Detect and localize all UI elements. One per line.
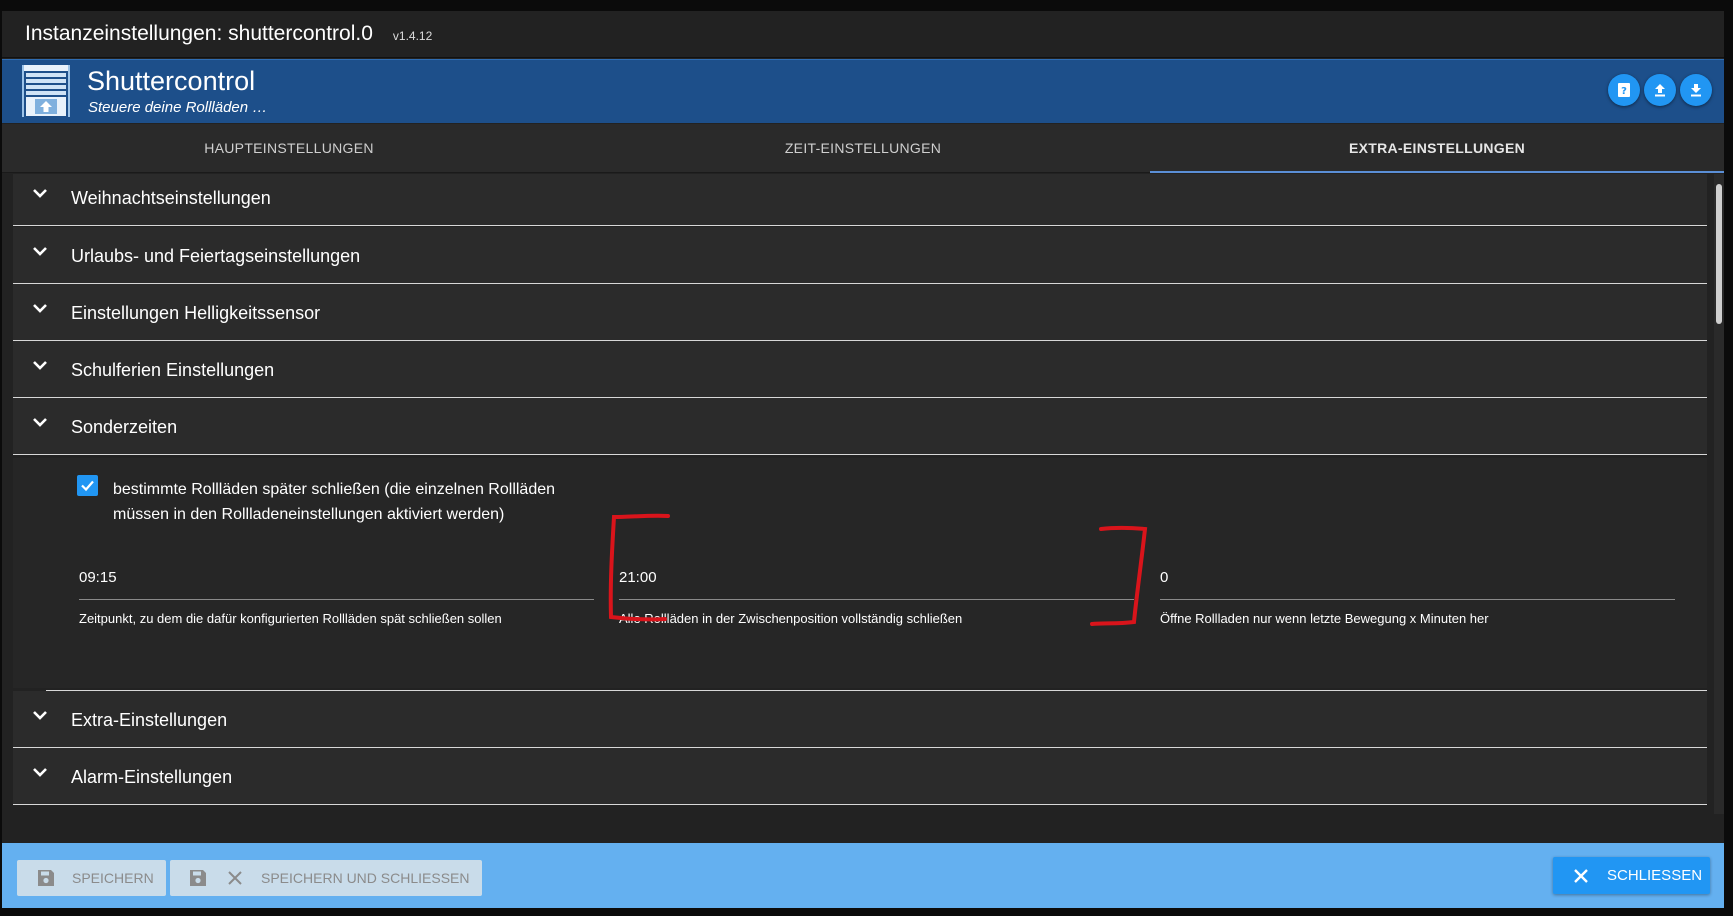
checkbox-label-line: bestimmte Rollläden später schließen (di… — [113, 481, 556, 498]
panel-title: Einstellungen Helligkeitssensor — [71, 303, 321, 323]
save-button[interactable]: SPEICHERN — [17, 860, 166, 896]
dialog-title: Instanzeinstellungen: shuttercontrol.0 — [25, 22, 373, 45]
save-and-close-button-label: SPEICHERN UND SCHLIESSEN — [261, 870, 470, 886]
field-underline — [1160, 599, 1675, 600]
dialog-titlebar: Instanzeinstellungen: shuttercontrol.0 v… — [2, 11, 1724, 58]
svg-text:?: ? — [1621, 86, 1627, 97]
panel-schulferien[interactable]: Schulferien Einstellungen — [13, 341, 1707, 398]
last-movement-minutes-value[interactable]: 0 — [1160, 569, 1675, 599]
save-button-label: SPEICHERN — [72, 870, 154, 886]
chevron-down-icon — [33, 361, 47, 370]
panel-helligkeitssensor[interactable]: Einstellungen Helligkeitssensor — [13, 284, 1707, 341]
adapter-subtitle: Steuere deine Rollläden … — [88, 99, 268, 116]
field-underline — [619, 599, 1134, 600]
late-close-time-field[interactable]: 09:15 Zeitpunkt, zu dem die dafür konfig… — [79, 569, 594, 626]
tab-haupteinstellungen[interactable]: HAUPTEINSTELLUNGEN — [2, 124, 576, 172]
field-hint: Zeitpunkt, zu dem die dafür konfiguriert… — [79, 611, 502, 626]
settings-tabs: HAUPTEINSTELLUNGEN ZEIT-EINSTELLUNGEN EX… — [2, 124, 1724, 173]
later-close-checkbox[interactable] — [77, 475, 98, 496]
help-button[interactable]: ? — [1608, 74, 1640, 106]
close-intermediate-time-value[interactable]: 21:00 — [619, 569, 1134, 599]
panel-title: Urlaubs- und Feiertagseinstellungen — [71, 246, 361, 266]
scrollbar-thumb[interactable] — [1716, 184, 1722, 324]
field-hint: Öffne Rollladen nur wenn letzte Bewegung… — [1160, 611, 1489, 626]
panel-title: Alarm-Einstellungen — [71, 767, 233, 787]
screen: Instanzeinstellungen: shuttercontrol.0 v… — [0, 0, 1733, 916]
late-close-time-value[interactable]: 09:15 — [79, 569, 594, 599]
panel-extra-einstellungen[interactable]: Extra-Einstellungen — [13, 691, 1707, 748]
close-button-label: SCHLIESSEN — [1607, 867, 1703, 884]
panel-weihnachtseinstellungen[interactable]: Weihnachtseinstellungen — [13, 174, 1707, 226]
panel-sonderzeiten[interactable]: Sonderzeiten — [13, 398, 1707, 455]
download-button[interactable] — [1680, 74, 1712, 106]
instance-settings-dialog: Instanzeinstellungen: shuttercontrol.0 v… — [2, 11, 1724, 908]
tab-zeit-einstellungen[interactable]: ZEIT-EINSTELLUNGEN — [576, 124, 1150, 172]
panel-urlaubs-feiertagseinstellungen[interactable]: Urlaubs- und Feiertagseinstellungen — [13, 227, 1707, 284]
panel-title: Weihnachtseinstellungen — [71, 188, 271, 208]
chevron-down-icon — [33, 304, 47, 313]
chevron-down-icon — [33, 418, 47, 427]
later-close-checkbox-label: bestimmte Rollläden später schließen (di… — [113, 477, 573, 527]
sonderzeiten-body: bestimmte Rollläden später schließen (di… — [13, 458, 1707, 688]
field-hint: Alle Rollläden in der Zwischenposition v… — [619, 611, 963, 626]
floppy-icon — [190, 870, 206, 886]
download-icon — [1691, 84, 1701, 97]
upload-button[interactable] — [1644, 74, 1676, 106]
settings-content: Weihnachtseinstellungen Urlaubs- und Fei… — [2, 174, 1714, 814]
tab-extra-einstellungen[interactable]: EXTRA-EINSTELLUNGEN — [1150, 124, 1724, 173]
help-icon: ? — [1618, 83, 1630, 97]
adapter-name: Shuttercontrol — [87, 66, 256, 96]
panel-title: Schulferien Einstellungen — [71, 360, 275, 380]
close-button[interactable]: SCHLIESSEN — [1553, 857, 1710, 894]
close-icon — [228, 871, 242, 885]
checkmark-icon — [81, 480, 94, 492]
save-and-close-button[interactable]: SPEICHERN UND SCHLIESSEN — [170, 860, 482, 896]
version-label: v1.4.12 — [392, 29, 433, 43]
panel-title: Sonderzeiten — [71, 417, 178, 437]
adapter-header: Shuttercontrol Steuere deine Rollläden …… — [2, 59, 1724, 123]
last-movement-minutes-field[interactable]: 0 Öffne Rollladen nur wenn letzte Bewegu… — [1160, 569, 1675, 626]
chevron-down-icon — [33, 247, 47, 256]
chevron-down-icon — [33, 711, 47, 720]
panel-title: Extra-Einstellungen — [71, 710, 228, 730]
panel-alarm-einstellungen[interactable]: Alarm-Einstellungen — [13, 748, 1707, 805]
upload-icon — [1655, 84, 1665, 97]
dialog-footer: SPEICHERN SPEICHERN UND SCHLIESSEN SCHLI… — [2, 843, 1724, 908]
field-underline — [79, 599, 594, 600]
floppy-icon — [38, 870, 54, 886]
checkbox-label-line: müssen in den Rollladeneinstellungen akt… — [113, 506, 505, 523]
close-icon — [1574, 868, 1588, 883]
content-scrollbar[interactable] — [1714, 174, 1724, 814]
close-intermediate-time-field[interactable]: 21:00 Alle Rollläden in der Zwischenposi… — [619, 569, 1134, 626]
chevron-down-icon — [33, 768, 47, 777]
shutter-logo-icon — [22, 65, 70, 117]
chevron-down-icon — [33, 189, 47, 198]
